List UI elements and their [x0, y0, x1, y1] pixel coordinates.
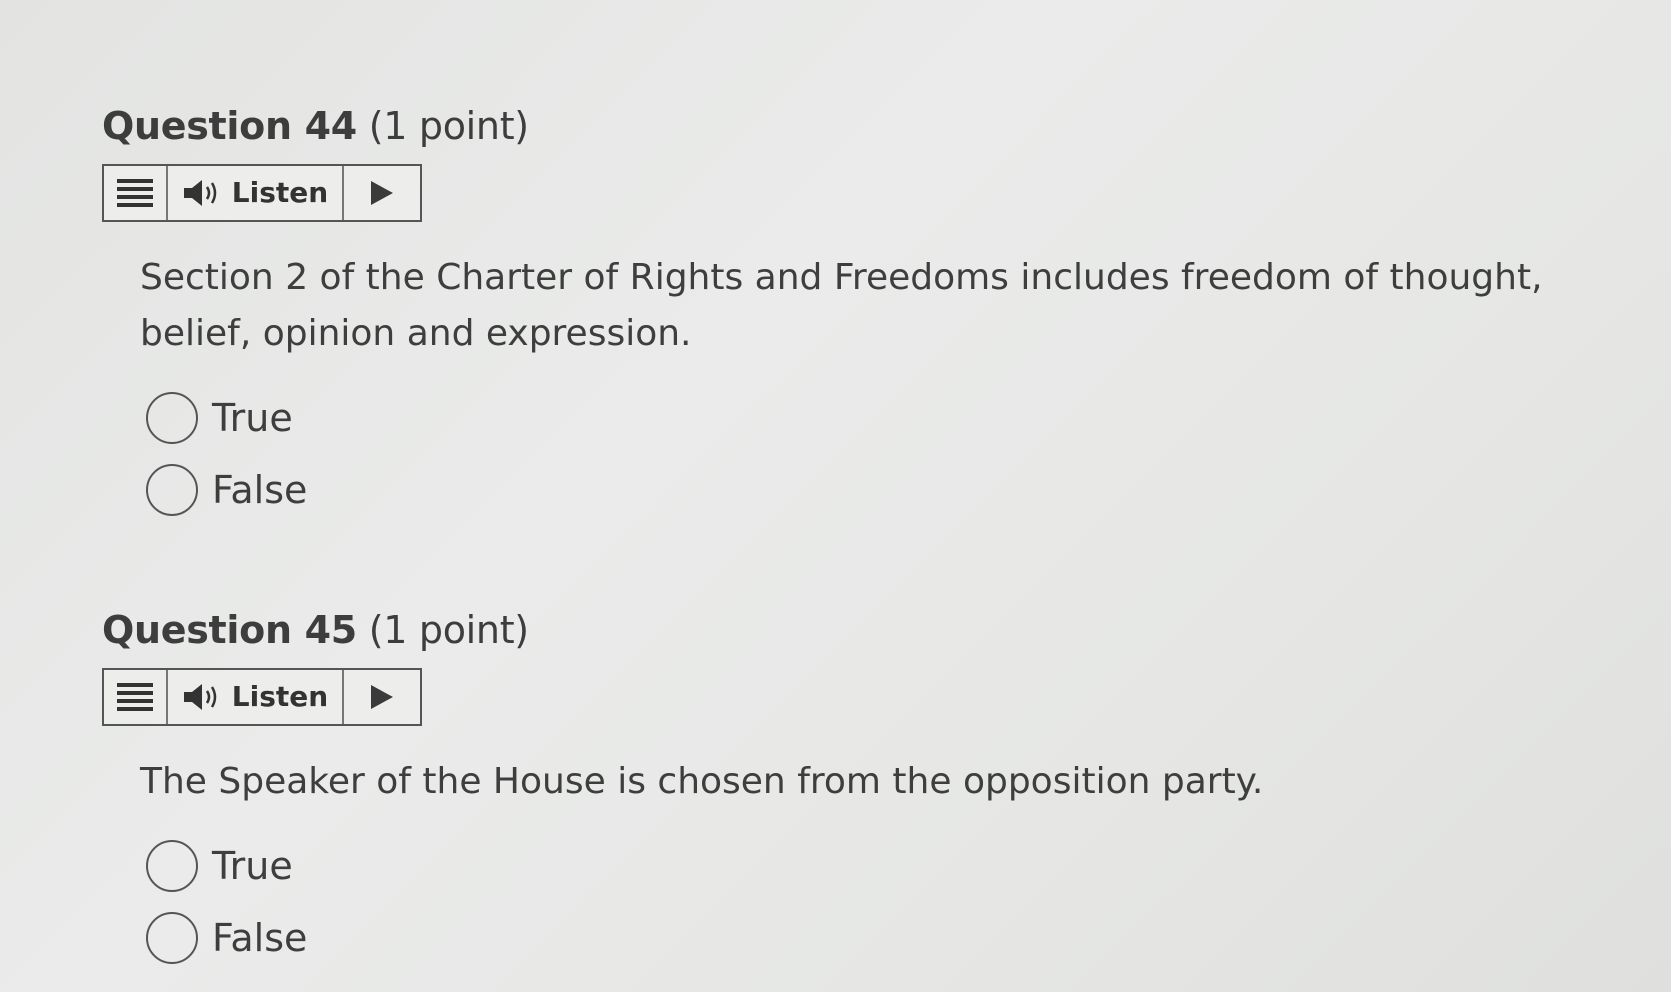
listen-label: Listen — [231, 176, 329, 210]
answer-options: True False — [146, 382, 1642, 526]
menu-icon — [117, 178, 153, 207]
radio-button[interactable] — [146, 839, 198, 892]
question-44: Question 44 (1 point) Listen Section 2 o… — [102, 104, 1642, 526]
question-number: Question 45 — [102, 608, 357, 652]
play-icon — [371, 684, 393, 709]
question-points: (1 point) — [368, 608, 529, 652]
answer-options: True False — [146, 830, 1642, 974]
option-label: True — [212, 843, 293, 888]
play-button[interactable] — [344, 166, 420, 220]
option-true[interactable]: True — [146, 830, 1642, 902]
question-title: Question 45 (1 point) — [102, 608, 1642, 654]
radio-button[interactable] — [146, 911, 198, 964]
option-true[interactable]: True — [146, 382, 1642, 454]
listen-button[interactable]: Listen — [168, 165, 344, 220]
menu-button[interactable] — [104, 165, 168, 220]
option-false[interactable]: False — [146, 454, 1642, 526]
question-45: Question 45 (1 point) Listen The Speaker… — [102, 608, 1642, 974]
radio-button[interactable] — [146, 463, 198, 516]
menu-icon — [117, 682, 153, 711]
option-label: True — [212, 395, 293, 440]
menu-button[interactable] — [104, 669, 168, 724]
speaker-icon — [183, 683, 217, 710]
play-button[interactable] — [344, 670, 420, 724]
question-points: (1 point) — [368, 104, 529, 148]
question-text: Section 2 of the Charter of Rights and F… — [140, 256, 1543, 354]
listen-button[interactable]: Listen — [168, 669, 344, 724]
option-label: False — [212, 915, 308, 960]
radio-button[interactable] — [146, 391, 198, 444]
speaker-icon — [183, 179, 217, 206]
option-false[interactable]: False — [146, 902, 1642, 974]
listen-toolbar: Listen — [102, 667, 422, 726]
question-title: Question 44 (1 point) — [102, 104, 1642, 150]
listen-label: Listen — [231, 680, 329, 714]
play-icon — [371, 180, 393, 205]
question-number: Question 44 — [102, 104, 357, 148]
option-label: False — [212, 467, 308, 512]
listen-toolbar: Listen — [102, 163, 422, 222]
question-text: The Speaker of the House is chosen from … — [140, 760, 1264, 802]
